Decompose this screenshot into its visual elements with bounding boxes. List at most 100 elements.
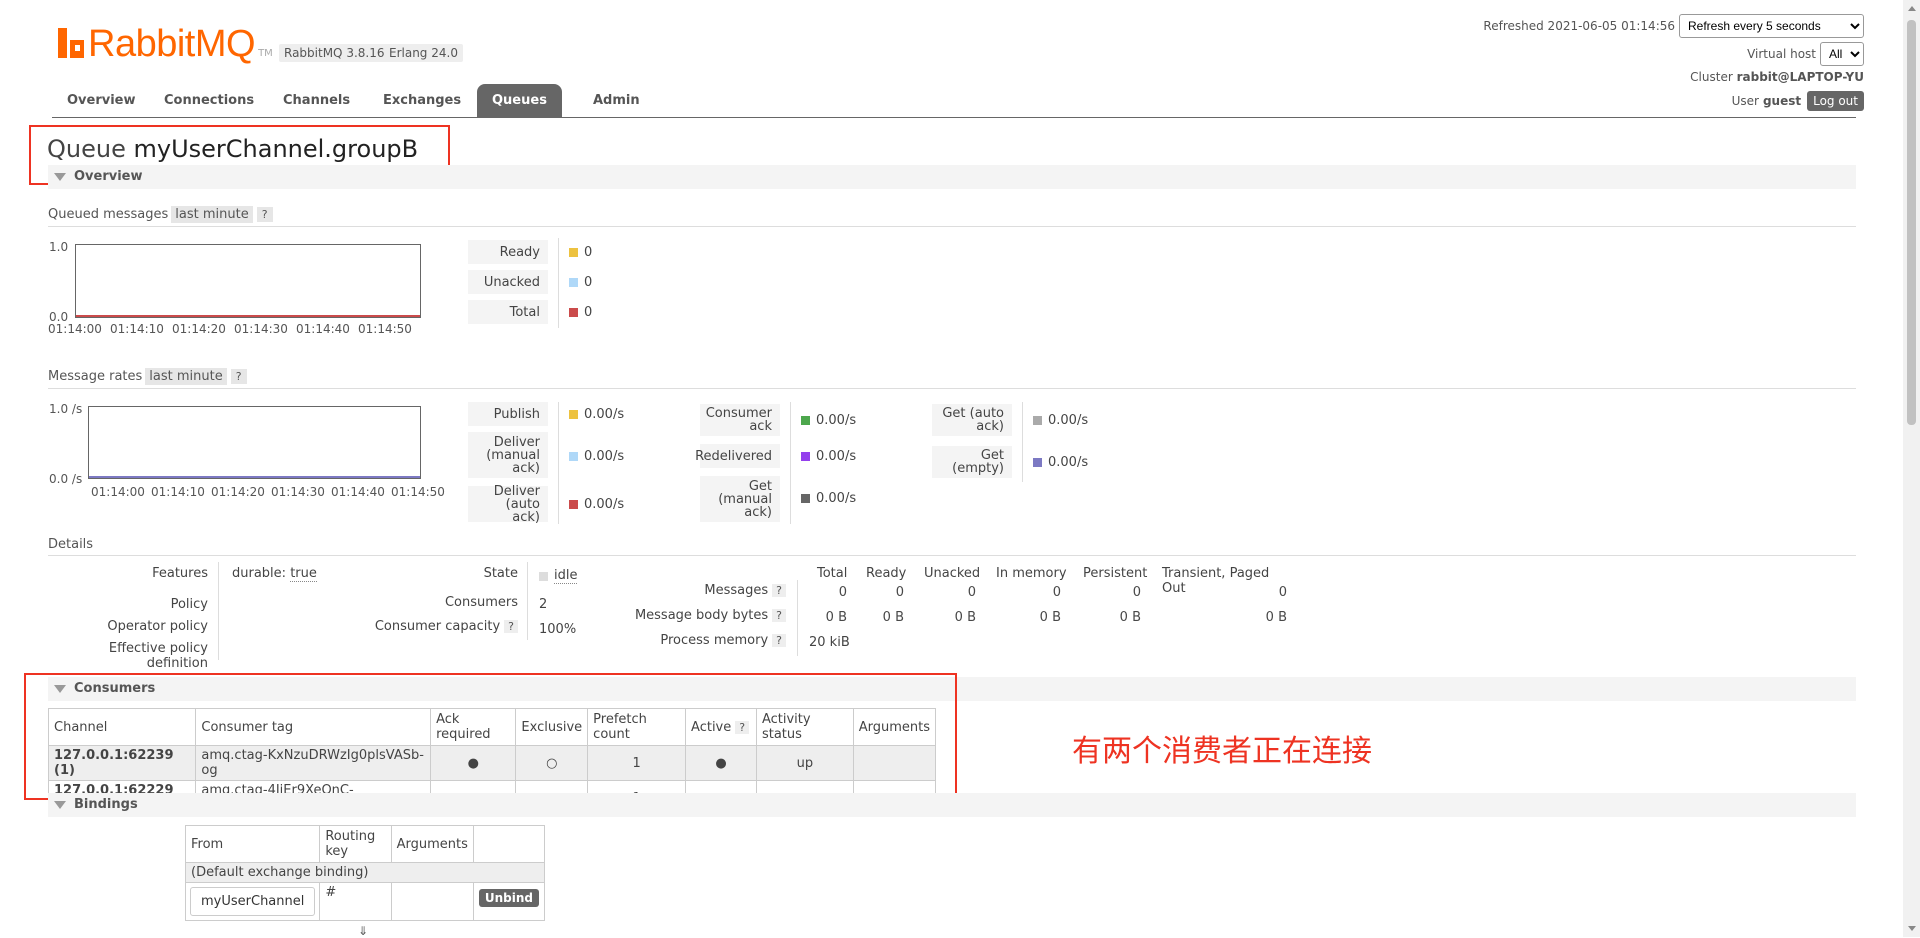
unacked-swatch bbox=[569, 277, 578, 287]
tab-connections[interactable]: Connections bbox=[149, 84, 269, 117]
table-row: (Default exchange binding) bbox=[185, 862, 545, 883]
queued-messages-header: Queued messages last minute? bbox=[48, 206, 273, 223]
queued-x-tick: 01:14:40 bbox=[296, 322, 350, 336]
message-rates-label: Message rates bbox=[48, 369, 143, 384]
rates-range-toggle[interactable]: last minute bbox=[145, 368, 227, 385]
stats-col-persistent: Persistent bbox=[1083, 566, 1148, 581]
col-binding-arguments: Arguments bbox=[390, 825, 474, 863]
consumers-label: Consumers bbox=[444, 595, 518, 610]
features-key: durable: bbox=[232, 566, 287, 581]
routing-key-value: # bbox=[319, 882, 392, 921]
state-value: idle bbox=[539, 568, 578, 584]
ready-swatch bbox=[569, 247, 578, 257]
main-nav-tabs: Overview Connections Channels Exchanges … bbox=[52, 84, 1856, 118]
message-rates-chart bbox=[88, 406, 421, 479]
overview-section-title: Overview bbox=[74, 169, 143, 184]
rates-y-min: 0.0 /s bbox=[49, 472, 83, 486]
messages-unacked: 0 bbox=[967, 585, 976, 600]
deliver-auto-value: 0.00/s bbox=[584, 496, 625, 512]
process-memory-help-icon[interactable]: ? bbox=[772, 634, 786, 647]
get-empty-value: 0.00/s bbox=[1048, 454, 1089, 470]
virtual-host-select[interactable]: All bbox=[1820, 42, 1864, 66]
collapse-triangle-icon bbox=[54, 172, 66, 181]
tab-overview[interactable]: Overview bbox=[52, 84, 151, 117]
queued-y-max: 1.0 bbox=[49, 240, 69, 254]
process-memory-value: 20 kiB bbox=[809, 635, 850, 650]
queued-messages-label: Queued messages bbox=[48, 207, 169, 222]
queued-x-tick: 01:14:20 bbox=[172, 322, 226, 336]
rates-x-tick: 01:14:50 bbox=[391, 485, 445, 499]
get-manual-ack-label: Get (manual ack) bbox=[700, 476, 780, 522]
messages-row: 0 0 0 0 0 0 bbox=[800, 585, 1290, 605]
messages-transient: 0 bbox=[1278, 585, 1287, 600]
page-title: Queue myUserChannel.groupB bbox=[47, 135, 418, 163]
rabbitmq-logo: RabbitMQ TM bbox=[58, 22, 273, 65]
bindings-section-title: Bindings bbox=[74, 797, 138, 812]
rates-help-icon[interactable]: ? bbox=[230, 369, 247, 384]
queued-help-icon[interactable]: ? bbox=[256, 207, 273, 222]
col-routing-key: Routing key bbox=[319, 825, 392, 863]
durable-value: true bbox=[290, 566, 317, 582]
bytes-unacked: 0 B bbox=[954, 610, 976, 625]
bytes-total: 0 B bbox=[825, 610, 847, 625]
scroll-thumb[interactable] bbox=[1907, 20, 1916, 425]
bytes-transient: 0 B bbox=[1265, 610, 1287, 625]
features-label: Features bbox=[152, 566, 208, 581]
stats-col-in-memory: In memory bbox=[996, 566, 1067, 581]
page-scrollbar[interactable] bbox=[1903, 0, 1920, 937]
get-auto-swatch bbox=[1033, 415, 1042, 425]
redelivered-swatch bbox=[801, 451, 810, 461]
consumer-ack-value: 0.00/s bbox=[816, 412, 857, 428]
idle-indicator-icon bbox=[539, 571, 548, 581]
collapse-triangle-icon bbox=[54, 800, 66, 809]
operator-policy-label: Operator policy bbox=[107, 619, 208, 634]
get-empty-swatch bbox=[1033, 457, 1042, 467]
messages-label: Messages? bbox=[600, 583, 786, 598]
cluster-name: rabbit@LAPTOP-YU bbox=[1736, 70, 1864, 84]
tab-channels[interactable]: Channels bbox=[268, 84, 365, 117]
scroll-up-icon[interactable] bbox=[1908, 6, 1916, 11]
body-bytes-help-icon[interactable]: ? bbox=[772, 609, 786, 622]
messages-ready: 0 bbox=[895, 585, 904, 600]
tab-queues[interactable]: Queues bbox=[477, 84, 562, 117]
unbind-button[interactable]: Unbind bbox=[478, 889, 539, 907]
queued-x-tick: 01:14:10 bbox=[110, 322, 164, 336]
overview-section-header[interactable]: Overview bbox=[48, 165, 1856, 189]
exchange-link[interactable]: myUserChannel bbox=[190, 887, 316, 916]
consumers-highlight-box bbox=[24, 673, 957, 800]
table-row: myUserChannel # Unbind bbox=[184, 882, 546, 921]
publish-label: Publish bbox=[468, 402, 548, 426]
refresh-interval-select[interactable]: Refresh every 5 seconds bbox=[1679, 14, 1864, 38]
bytes-persistent: 0 B bbox=[1119, 610, 1141, 625]
consumers-value: 2 bbox=[539, 597, 548, 612]
deliver-auto-ack-label: Deliver (auto ack) bbox=[468, 485, 548, 524]
rates-x-tick: 01:14:00 bbox=[91, 485, 145, 499]
tab-exchanges[interactable]: Exchanges bbox=[368, 84, 476, 117]
bytes-in-memory: 0 B bbox=[1039, 610, 1061, 625]
publish-swatch bbox=[569, 409, 578, 419]
queued-x-tick: 01:14:50 bbox=[358, 322, 412, 336]
queued-x-tick: 01:14:30 bbox=[234, 322, 288, 336]
get-empty-label: Get (empty) bbox=[932, 446, 1012, 478]
capacity-help-icon[interactable]: ? bbox=[504, 620, 518, 633]
messages-help-icon[interactable]: ? bbox=[772, 584, 786, 597]
tab-admin[interactable]: Admin bbox=[578, 84, 655, 117]
get-auto-ack-label: Get (auto ack) bbox=[932, 404, 1012, 436]
queued-total-line bbox=[76, 315, 420, 317]
rates-x-tick: 01:14:30 bbox=[271, 485, 325, 499]
cluster-label: Cluster bbox=[1690, 70, 1733, 84]
rabbitmq-version-badge: RabbitMQ 3.8.16 bbox=[279, 44, 390, 62]
bytes-ready: 0 B bbox=[882, 610, 904, 625]
message-body-bytes-label: Message body bytes? bbox=[600, 608, 786, 623]
refreshed-time: Refreshed 2021-06-05 01:14:56 bbox=[1483, 19, 1675, 33]
scroll-down-icon[interactable] bbox=[1908, 926, 1916, 931]
get-manual-value: 0.00/s bbox=[816, 490, 857, 506]
deliver-manual-ack-label: Deliver (manual ack) bbox=[468, 432, 548, 478]
bindings-section-header[interactable]: Bindings bbox=[48, 793, 1856, 817]
unacked-value: 0 bbox=[584, 274, 593, 290]
queued-messages-chart bbox=[75, 244, 421, 318]
ready-label: Ready bbox=[468, 240, 548, 264]
details-title: Details bbox=[48, 537, 94, 552]
consumer-capacity-value: 100% bbox=[539, 622, 577, 637]
queued-range-toggle[interactable]: last minute bbox=[171, 206, 253, 223]
